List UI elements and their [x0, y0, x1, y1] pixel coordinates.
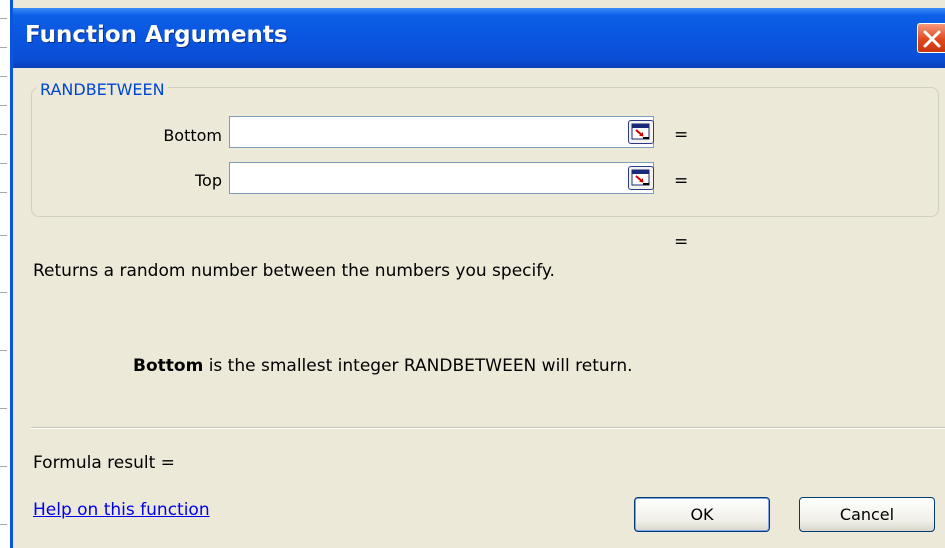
gridline-tick — [0, 18, 7, 19]
result-equals: = — [674, 232, 689, 252]
collapse-dialog-icon — [631, 169, 650, 186]
dialog-title: Function Arguments — [25, 22, 288, 48]
ok-button[interactable]: OK — [634, 497, 770, 532]
gridline-tick — [0, 292, 7, 293]
close-icon — [923, 30, 941, 48]
top-equals: = — [674, 171, 689, 191]
gridline-tick — [0, 192, 7, 193]
gridline-tick — [0, 163, 7, 164]
formula-result-label: Formula result = — [33, 453, 175, 473]
bottom-equals: = — [674, 125, 689, 145]
bottom-input[interactable] — [229, 116, 654, 148]
gridline-tick — [0, 105, 7, 106]
gridline-tick — [0, 350, 7, 351]
gridline-tick — [0, 524, 7, 525]
top-label: Top — [195, 171, 222, 190]
gridline-tick — [0, 408, 7, 409]
gridline-tick — [0, 235, 7, 236]
gridline-tick — [0, 466, 7, 467]
gridline-tick — [0, 134, 7, 135]
bottom-collapse-button[interactable] — [628, 120, 654, 144]
arguments-group — [31, 87, 939, 217]
help-link[interactable]: Help on this function — [33, 500, 210, 520]
function-name-label: RANDBETWEEN — [37, 80, 168, 99]
gridline-tick — [0, 47, 7, 48]
argument-help-body: is the smallest integer RANDBETWEEN will… — [203, 356, 633, 376]
cancel-button[interactable]: Cancel — [799, 497, 935, 532]
argument-help-name: Bottom — [133, 356, 204, 376]
bottom-label: Bottom — [163, 126, 222, 145]
argument-help-text: Bottom is the smallest integer RANDBETWE… — [133, 356, 633, 376]
top-input[interactable] — [229, 162, 654, 194]
top-collapse-button[interactable] — [628, 166, 654, 190]
collapse-dialog-icon — [631, 123, 650, 140]
function-description: Returns a random number between the numb… — [33, 261, 555, 281]
gridline-tick — [0, 76, 7, 77]
close-button[interactable] — [917, 23, 945, 53]
divider — [31, 427, 945, 429]
function-arguments-dialog: Function Arguments RANDBETWEEN Bottom = … — [10, 0, 945, 548]
title-bar[interactable]: Function Arguments — [13, 8, 945, 68]
